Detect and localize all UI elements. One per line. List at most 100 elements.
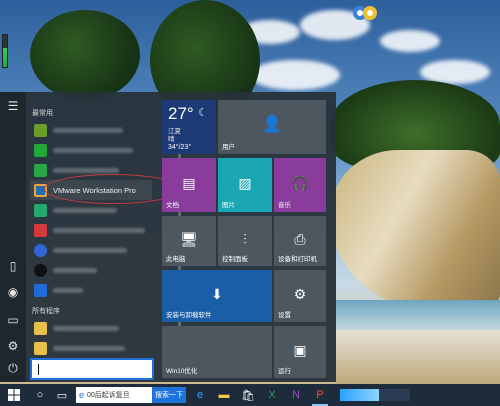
- tile-label: 此电脑: [166, 256, 186, 263]
- blurred-app-label: [53, 127, 123, 133]
- tile-label: 文档: [166, 202, 179, 209]
- run-icon: ▣: [293, 341, 307, 358]
- app-icon: [34, 143, 47, 157]
- weather-range: 34°/23°: [168, 144, 192, 151]
- list-item[interactable]: [30, 280, 152, 300]
- taskbar-search-text: 00后起诉复旦: [87, 392, 130, 399]
- folder-icon: [34, 321, 47, 335]
- settings-gear-icon[interactable]: ⚙: [5, 338, 21, 354]
- settings-icon: ⚙: [293, 285, 307, 302]
- account-icon[interactable]: ◉: [5, 284, 21, 300]
- section-frequent-title: 最常用: [32, 110, 53, 117]
- win10-optimize-tile[interactable]: Win10优化: [162, 326, 272, 378]
- app-list: 最常用 VMware Workstation Pro 所有程序: [26, 92, 182, 382]
- documents-tile[interactable]: ▤ 文档: [162, 158, 216, 212]
- settings-tile[interactable]: ⚙ 设置: [274, 270, 326, 322]
- progress-fill: [340, 389, 379, 401]
- blurred-app-label: [53, 227, 145, 233]
- blurred-app-label: [53, 167, 119, 173]
- tile-label: 安装与卸载软件: [166, 312, 212, 319]
- folder-icon: [34, 341, 47, 355]
- search-button[interactable]: 搜索一下: [152, 387, 186, 403]
- music-tile[interactable]: 🎧 音乐: [274, 158, 326, 212]
- weather-tile[interactable]: 27° ☾ 江夏 晴 34°/23°: [162, 100, 216, 154]
- pictures-icon[interactable]: ▭: [5, 312, 21, 328]
- file-explorer-icon[interactable]: ▬: [216, 387, 232, 403]
- start-search-input[interactable]: [30, 358, 154, 380]
- tile-label: 设置: [278, 312, 291, 319]
- this-pc-tile[interactable]: 🖥 此电脑: [162, 216, 216, 266]
- taskbar-progress[interactable]: [340, 389, 410, 401]
- blurred-app-label: [53, 345, 125, 351]
- text-caret: [38, 364, 39, 375]
- picture-icon: ▨: [238, 174, 252, 191]
- documents-icon[interactable]: ▯: [5, 258, 21, 274]
- tile-label: 图片: [222, 202, 235, 209]
- list-item[interactable]: [30, 240, 152, 260]
- tile-label: Win10优化: [166, 368, 198, 375]
- cloud: [250, 60, 340, 90]
- volume-indicator: [2, 34, 8, 68]
- search-icon[interactable]: ○: [32, 387, 48, 403]
- list-item[interactable]: [30, 318, 152, 338]
- onenote-icon[interactable]: N: [288, 387, 304, 403]
- cloud: [380, 30, 440, 52]
- weather-temperature: 27°: [168, 104, 194, 123]
- power-icon[interactable]: ⏻: [5, 360, 21, 376]
- beach: [336, 330, 500, 385]
- section-all-title: 所有程序: [32, 308, 60, 315]
- weather-location: 江夏 晴: [168, 128, 181, 143]
- headphones-icon: 🎧: [291, 174, 309, 191]
- list-item[interactable]: [30, 338, 152, 358]
- pictures-tile[interactable]: ▨ 图片: [218, 158, 272, 212]
- app-icon: [34, 283, 47, 297]
- tile-label: 运行: [278, 368, 291, 375]
- app-icon: [34, 223, 47, 237]
- download-box-icon: ⬇: [211, 285, 223, 302]
- start-rail: ☰ ▯ ◉ ▭ ⚙ ⏻: [0, 92, 26, 382]
- app-icon: [34, 163, 47, 177]
- app-icon: [34, 243, 47, 257]
- tile-label: 音乐: [278, 202, 291, 209]
- taskbar: ○ ▭ e 00后起诉复旦 搜索一下 e ▬ 🛍 X N P: [0, 384, 500, 406]
- devices-printers-tile[interactable]: ⎙ 设备和打印机: [274, 216, 326, 266]
- install-uninstall-tile[interactable]: ⬇ 安装与卸载软件: [162, 270, 272, 322]
- start-menu: ☰ ▯ ◉ ▭ ⚙ ⏻ 最常用 VMware Workstation Pro 所…: [0, 92, 336, 382]
- blurred-app-label: [53, 267, 97, 273]
- edge-icon[interactable]: e: [192, 387, 208, 403]
- app-icon: [34, 123, 47, 137]
- cliff: [330, 150, 500, 310]
- control-panel-tile[interactable]: ⫶ 控制面板: [218, 216, 272, 266]
- list-item[interactable]: [30, 120, 152, 140]
- tree: [30, 10, 140, 100]
- windows-start-icon[interactable]: [6, 387, 22, 403]
- user-icon: 👤: [262, 115, 282, 133]
- tile-label: 设备和打印机: [278, 256, 317, 263]
- task-view-icon[interactable]: ▭: [54, 387, 70, 403]
- document-icon: ▤: [182, 174, 196, 191]
- list-item[interactable]: [30, 140, 152, 160]
- list-item[interactable]: [30, 260, 152, 280]
- app-icon: [34, 203, 47, 217]
- powerpoint-icon[interactable]: P: [312, 387, 328, 403]
- tile-label: 控制面板: [222, 256, 248, 263]
- blurred-app-label: [53, 207, 117, 213]
- app-icon: [34, 263, 47, 277]
- sliders-icon: ⫶: [243, 231, 247, 247]
- desktop-logo-icon[interactable]: [352, 4, 378, 22]
- store-icon[interactable]: 🛍: [240, 387, 256, 403]
- browser-e-icon: e: [79, 390, 85, 400]
- blurred-app-label: [53, 325, 119, 331]
- run-tile[interactable]: ▣ 运行: [274, 326, 326, 378]
- tile-label: 用户: [222, 144, 235, 151]
- blurred-app-label: [53, 147, 133, 153]
- user-tile[interactable]: 👤 用户: [218, 100, 326, 154]
- hamburger-menu-icon[interactable]: ☰: [5, 98, 21, 114]
- printer-icon: ⎙: [294, 231, 306, 247]
- blurred-app-label: [53, 287, 83, 293]
- excel-icon[interactable]: X: [264, 387, 280, 403]
- list-item[interactable]: [30, 220, 152, 240]
- computer-icon: 🖥: [180, 231, 198, 247]
- moon-icon: ☾: [198, 107, 208, 119]
- blurred-app-label: [53, 247, 127, 253]
